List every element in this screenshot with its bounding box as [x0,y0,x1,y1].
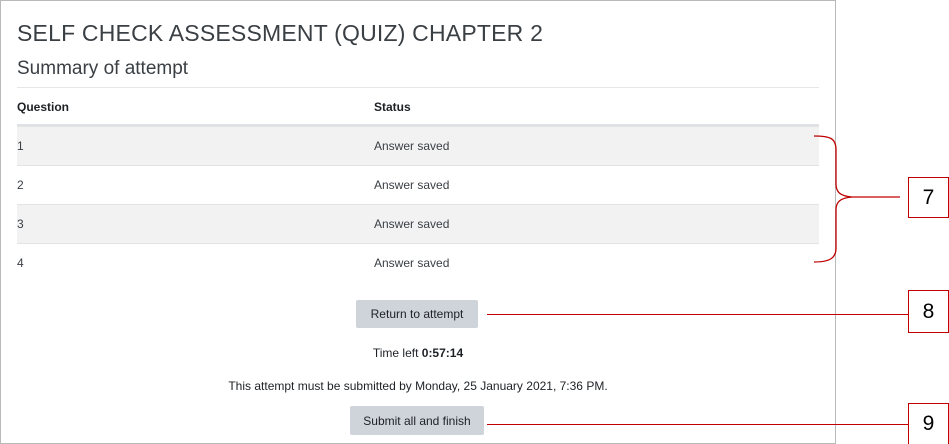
table-row: 3 Answer saved [17,204,819,243]
quiz-title: SELF CHECK ASSESSMENT (QUIZ) CHAPTER 2 [17,20,544,46]
question-number: 3 [17,217,24,231]
heading-divider [17,87,819,88]
summary-heading: Summary of attempt [17,58,189,79]
question-number: 4 [17,256,24,270]
quiz-summary-panel: SELF CHECK ASSESSMENT (QUIZ) CHAPTER 2 S… [0,0,836,444]
time-left-value: 0:57:14 [421,346,464,360]
column-header-question: Question [17,100,70,114]
question-status: Answer saved [374,178,450,192]
table-header: Question Status [17,90,819,126]
table-row: 1 Answer saved [17,126,819,165]
callout-submit: 9 [908,403,949,444]
question-status: Answer saved [374,256,450,270]
submission-deadline: This attempt must be submitted by Monday… [228,379,608,393]
time-left: Time left 0:57:14 [1,346,835,360]
table-row: 4 Answer saved [17,243,819,282]
return-pointer-line [487,314,908,315]
submit-pointer-line [487,424,908,425]
question-status: Answer saved [374,217,450,231]
return-to-attempt-button[interactable]: Return to attempt [356,300,478,328]
submit-all-and-finish-button[interactable]: Submit all and finish [350,406,484,435]
question-number: 1 [17,139,24,153]
question-status: Answer saved [374,139,450,153]
callout-rows: 7 [908,177,949,218]
rows-brace-annotation [813,135,900,263]
table-row: 2 Answer saved [17,165,819,204]
question-number: 2 [17,178,24,192]
time-left-label: Time left [372,346,419,360]
column-header-status: Status [374,100,411,114]
callout-return: 8 [908,290,949,333]
summary-table: Question Status 1 Answer saved 2 Answer … [17,90,819,282]
